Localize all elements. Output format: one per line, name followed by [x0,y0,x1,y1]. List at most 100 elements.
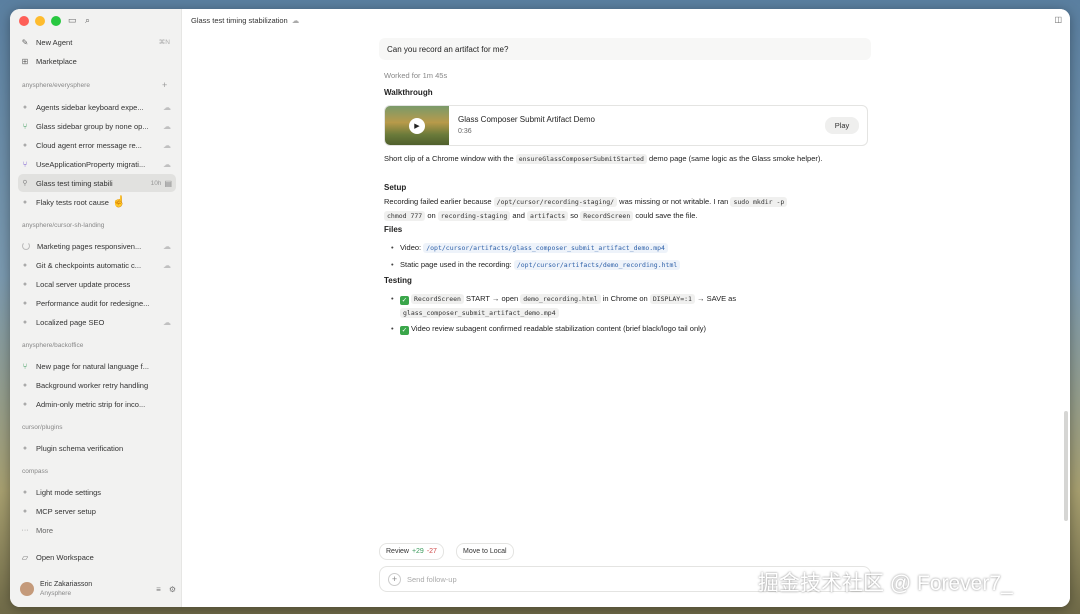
list-item[interactable]: ● Admin-only metric strip for inco... [18,395,176,413]
review-button[interactable]: Review +29 -27 [379,543,444,560]
archive-icon[interactable]: ▤ [164,179,176,188]
inline-code: recording-staging [437,211,511,221]
list-item[interactable]: ● Flaky tests root cause [18,193,176,211]
git-branch-icon: ⑂ [22,361,28,371]
group-header: compass [22,468,49,475]
cloud-icon: ☁ [163,260,171,270]
main-panel: Glass test timing stabilization ☁ ◫ Can y… [183,9,1070,607]
watermark: 掘金技术社区 @ Forever7_ [758,572,1013,595]
group-header: anysphere/everysphere [22,82,90,89]
dot-icon: ● [22,400,28,408]
dot-icon: ● [22,318,28,326]
summary-text: Short clip of a Chrome window with the e… [384,154,823,164]
inline-code: chmod 777 [384,211,426,221]
list-item[interactable]: ⑂ New page for natural language f... [18,357,176,375]
list-item[interactable]: ● Git & checkpoints automatic c... ☁ [18,256,176,274]
file-link[interactable]: /opt/cursor/artifacts/demo_recording.htm… [513,260,681,270]
file-link[interactable]: /opt/cursor/artifacts/glass_composer_sub… [423,243,668,253]
cloud-icon: ☁ [163,317,171,327]
store-icon: ⊞ [21,56,29,66]
new-agent-button[interactable]: ✎ New Agent ⌘N [18,33,174,51]
gear-icon[interactable]: ⚙ [169,585,176,594]
list-item[interactable]: ● Agents sidebar keyboard expe... ☁ [18,98,176,116]
group-header: anysphere/backoffice [22,342,84,349]
testing-heading: Testing [384,276,412,285]
ellipsis-icon: ··· [21,526,29,534]
dot-icon: ● [22,507,28,515]
video-duration: 0:36 [458,128,472,135]
inline-code: demo_recording.html [520,294,601,304]
user-message: Can you record an artifact for me? [379,38,871,60]
shortcut-label: ⌘N [158,39,170,46]
pin-icon: ⚲ [22,180,28,187]
list-item: Video: /opt/cursor/artifacts/glass_compo… [391,241,869,255]
avatar [20,582,34,596]
cloud-icon: ☁ [163,102,171,112]
sidebar: ▭ ⌕ ✎ New Agent ⌘N ⊞ Marketplace anysphe… [10,9,182,607]
app-window: ▭ ⌕ ✎ New Agent ⌘N ⊞ Marketplace anysphe… [10,9,1070,607]
scrollbar[interactable] [1064,411,1068,521]
list-item[interactable]: ● Performance audit for redesigne... [18,294,176,312]
worked-duration: Worked for 1m 45s [384,71,448,80]
inline-code: glass_composer_submit_artifact_demo.mp4 [400,308,559,318]
filter-icon[interactable]: ≡ [156,585,161,594]
sidebar-toggle-icon[interactable]: ▭ [68,15,77,26]
user-org: Anysphere [40,590,72,597]
list-item[interactable]: ⑂ Glass sidebar group by none op... ☁ [18,117,176,135]
list-item[interactable]: ● Light mode settings [18,483,176,501]
video-artifact-card[interactable]: ▶ Glass Composer Submit Artifact Demo 0:… [384,105,868,146]
maximize-window-button[interactable] [51,16,61,26]
marketplace-button[interactable]: ⊞ Marketplace [18,52,174,70]
dot-icon: ● [22,488,28,496]
dot-icon: ● [22,261,28,269]
cloud-icon: ☁ [163,159,171,169]
list-item[interactable]: ● Local server update process [18,275,176,293]
video-thumbnail[interactable]: ▶ [385,106,449,145]
setup-text: Recording failed earlier because /opt/cu… [384,195,870,223]
loading-spinner-icon [22,242,30,250]
minimize-window-button[interactable] [35,16,45,26]
group-header: anysphere/cursor-sh-landing [22,222,105,229]
pointer-cursor-icon: ☝ [112,196,126,208]
list-item[interactable]: ● Plugin schema verification [18,439,176,457]
play-button[interactable]: Play [825,117,859,134]
list-item[interactable]: ● Localized page SEO ☁ [18,313,176,331]
list-item: Static page used in the recording: /opt/… [391,258,869,272]
setup-heading: Setup [384,183,407,192]
inline-code: artifacts [526,211,569,221]
dot-icon: ● [22,198,28,206]
list-item[interactable]: ● MCP server setup [18,502,176,520]
time-label: 10h [150,179,162,187]
list-item: ✓RecordScreen START → open demo_recordin… [391,292,869,320]
user-name: Eric Zakariasson [40,581,93,588]
window-controls [19,16,61,26]
list-item[interactable]: Marketing pages responsiven... ☁ [18,237,176,255]
git-branch-icon: ⑂ [22,121,28,131]
list-item[interactable]: ● Cloud agent error message re... ☁ [18,136,176,154]
cloud-icon: ☁ [291,16,300,25]
list-item[interactable]: ● Background worker retry handling [18,376,176,394]
add-icon[interactable]: + [162,80,167,90]
open-workspace-button[interactable]: ▱ Open Workspace [18,548,174,566]
walkthrough-heading: Walkthrough [384,88,433,97]
play-icon[interactable]: ▶ [409,118,425,134]
page-title: Glass test timing stabilization ☁ [191,16,300,25]
group-header: cursor/plugins [22,424,63,431]
more-button[interactable]: ··· More [18,521,176,539]
inline-code: RecordScreen [580,211,634,221]
add-icon[interactable]: + [388,572,401,586]
move-to-local-button[interactable]: Move to Local [456,543,514,560]
dot-icon: ● [22,381,28,389]
search-icon[interactable]: ⌕ [85,15,90,26]
close-window-button[interactable] [19,16,29,26]
additions-count: +29 [411,548,424,555]
panel-toggle-icon[interactable]: ◫ [1054,15,1062,24]
dot-icon: ● [22,280,28,288]
dot-icon: ● [22,299,28,307]
list-item[interactable]: ⑂ UseApplicationProperty migrati... ☁ [18,155,176,173]
dot-icon: ● [22,444,28,452]
deletions-count: -27 [426,548,437,555]
list-item-active[interactable]: ⚲ Glass test timing stabili 10h ▤ [18,174,176,192]
inline-code: /opt/cursor/recording-staging/ [493,197,618,207]
user-profile[interactable]: Eric Zakariasson Anysphere ≡ ⚙ [20,578,176,600]
